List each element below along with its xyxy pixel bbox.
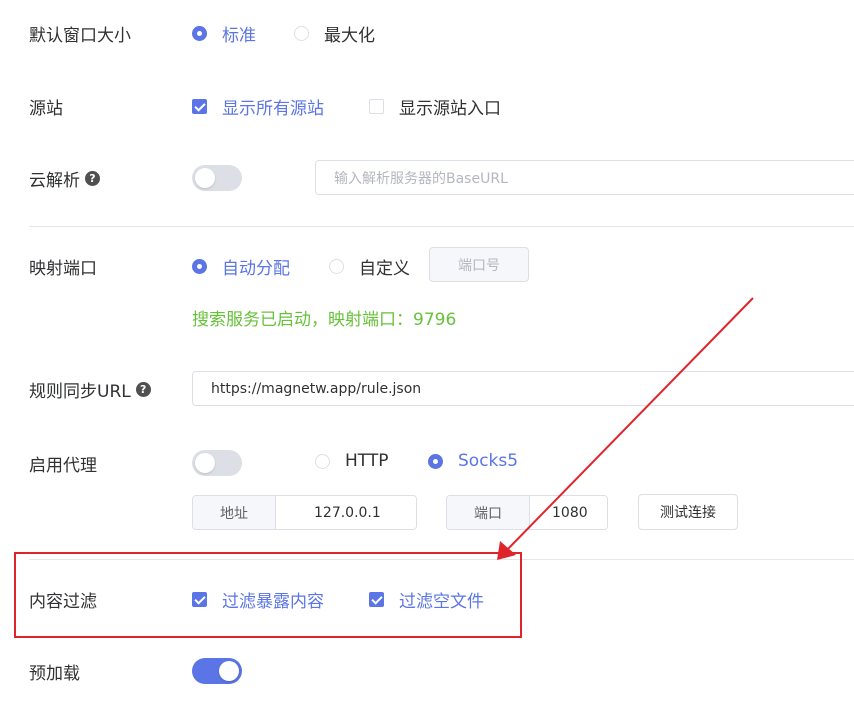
annotation-arrow: [497, 297, 754, 560]
annotation-arrow-line: [504, 297, 754, 553]
